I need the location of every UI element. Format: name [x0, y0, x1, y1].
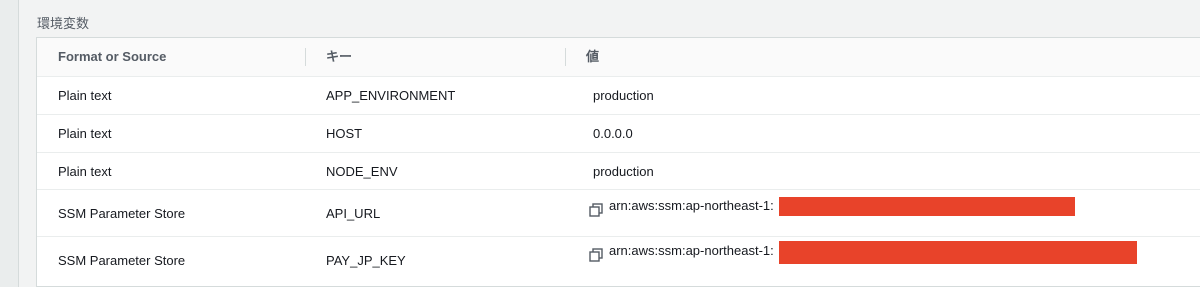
- left-rail: [0, 0, 19, 287]
- table-row: SSM Parameter Store PAY_JP_KEY arn:aws:s…: [37, 237, 1200, 286]
- source-cell: SSM Parameter Store: [58, 253, 186, 268]
- copy-icon[interactable]: [589, 248, 603, 262]
- table-row: Plain text HOST 0.0.0.0: [37, 115, 1200, 153]
- column-divider[interactable]: [565, 48, 566, 66]
- redaction-bar: [779, 197, 1075, 216]
- env-vars-table: Format or Source キー 値 Plain text APP_ENV…: [36, 37, 1200, 287]
- table-row: Plain text NODE_ENV production: [37, 153, 1200, 190]
- table-row: SSM Parameter Store API_URL arn:aws:ssm:…: [37, 190, 1200, 237]
- copy-icon[interactable]: [589, 203, 603, 217]
- value-cell: arn:aws:ssm:ap-northeast-1:: [609, 197, 774, 213]
- arn-value: arn:aws:ssm:ap-northeast-1:: [589, 238, 774, 262]
- key-cell: HOST: [326, 126, 363, 141]
- column-header-key[interactable]: キー: [326, 38, 352, 76]
- value-cell: 0.0.0.0: [593, 126, 633, 141]
- key-cell: PAY_JP_KEY: [326, 253, 406, 268]
- value-cell: production: [593, 88, 654, 103]
- key-cell: NODE_ENV: [326, 164, 398, 179]
- source-cell: Plain text: [58, 126, 112, 141]
- source-cell: Plain text: [58, 164, 112, 179]
- column-header-value[interactable]: 値: [586, 38, 599, 76]
- redaction-bar: [779, 241, 1137, 264]
- key-cell: API_URL: [326, 206, 381, 221]
- table-row: Plain text APP_ENVIRONMENT production: [37, 76, 1200, 115]
- source-cell: Plain text: [58, 88, 112, 103]
- value-cell: production: [593, 164, 654, 179]
- value-cell: arn:aws:ssm:ap-northeast-1:: [609, 242, 774, 258]
- column-divider[interactable]: [305, 48, 306, 66]
- key-cell: APP_ENVIRONMENT: [326, 88, 456, 103]
- source-cell: SSM Parameter Store: [58, 206, 186, 221]
- column-header-format-source[interactable]: Format or Source: [58, 38, 166, 76]
- table-header: Format or Source キー 値: [37, 38, 1200, 77]
- section-title: 環境変数: [37, 16, 90, 31]
- arn-value: arn:aws:ssm:ap-northeast-1:: [589, 193, 774, 217]
